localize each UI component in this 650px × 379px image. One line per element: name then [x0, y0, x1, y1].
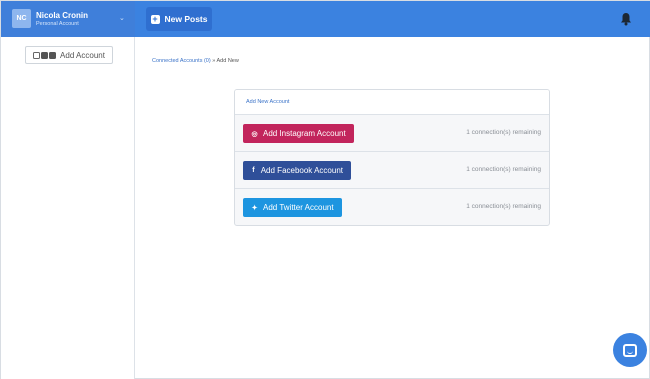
breadcrumb: Connected Accounts (0) » Add New	[152, 58, 239, 64]
instagram-icon	[33, 51, 41, 59]
twitter-icon: ✦	[251, 204, 258, 212]
twitter-icon	[49, 51, 57, 59]
breadcrumb-connected-accounts[interactable]: Connected Accounts (0)	[152, 58, 211, 64]
add-instagram-button[interactable]: ◎ Add Instagram Account	[243, 124, 354, 143]
account-name: Nicola Cronin	[36, 11, 89, 20]
facebook-icon	[41, 51, 49, 59]
add-account-label: Add Account	[60, 50, 105, 60]
add-account-button[interactable]: Add Account	[25, 46, 113, 64]
chevron-down-icon: ⌄	[119, 15, 125, 22]
instagram-icon: ◎	[251, 130, 258, 138]
list-item: ◎ Add Instagram Account 1 connection(s) …	[235, 115, 549, 152]
breadcrumb-current: Add New	[216, 58, 239, 64]
social-icons	[33, 51, 57, 59]
chat-button[interactable]	[613, 333, 647, 367]
add-facebook-label: Add Facebook Account	[260, 166, 343, 175]
facebook-icon: f	[252, 167, 255, 174]
connections-remaining: 1 connection(s) remaining	[466, 129, 541, 136]
account-switcher[interactable]: NC Nicola Cronin Personal Account ⌄	[1, 1, 135, 37]
avatar: NC	[12, 9, 31, 28]
connections-remaining: 1 connection(s) remaining	[466, 166, 541, 173]
list-item: ✦ Add Twitter Account 1 connection(s) re…	[235, 189, 549, 225]
new-posts-label: New Posts	[164, 14, 208, 24]
plus-square-icon: +	[150, 13, 160, 24]
add-facebook-button[interactable]: f Add Facebook Account	[243, 161, 351, 180]
chat-icon	[623, 343, 637, 357]
add-twitter-label: Add Twitter Account	[263, 203, 334, 212]
connections-remaining: 1 connection(s) remaining	[466, 203, 541, 210]
sidebar: Add Account	[1, 37, 135, 379]
new-posts-button[interactable]: + New Posts	[146, 7, 212, 31]
app-frame: NC Nicola Cronin Personal Account ⌄ + Ne…	[0, 0, 650, 379]
list-item: f Add Facebook Account 1 connection(s) r…	[235, 152, 549, 189]
add-twitter-button[interactable]: ✦ Add Twitter Account	[243, 198, 342, 217]
card-title: Add New Account	[235, 90, 549, 115]
bell-icon[interactable]	[620, 12, 632, 26]
top-bar: NC Nicola Cronin Personal Account ⌄ + Ne…	[1, 1, 650, 37]
add-account-card: Add New Account ◎ Add Instagram Account …	[234, 89, 550, 226]
add-instagram-label: Add Instagram Account	[263, 129, 346, 138]
account-type: Personal Account	[36, 21, 79, 27]
